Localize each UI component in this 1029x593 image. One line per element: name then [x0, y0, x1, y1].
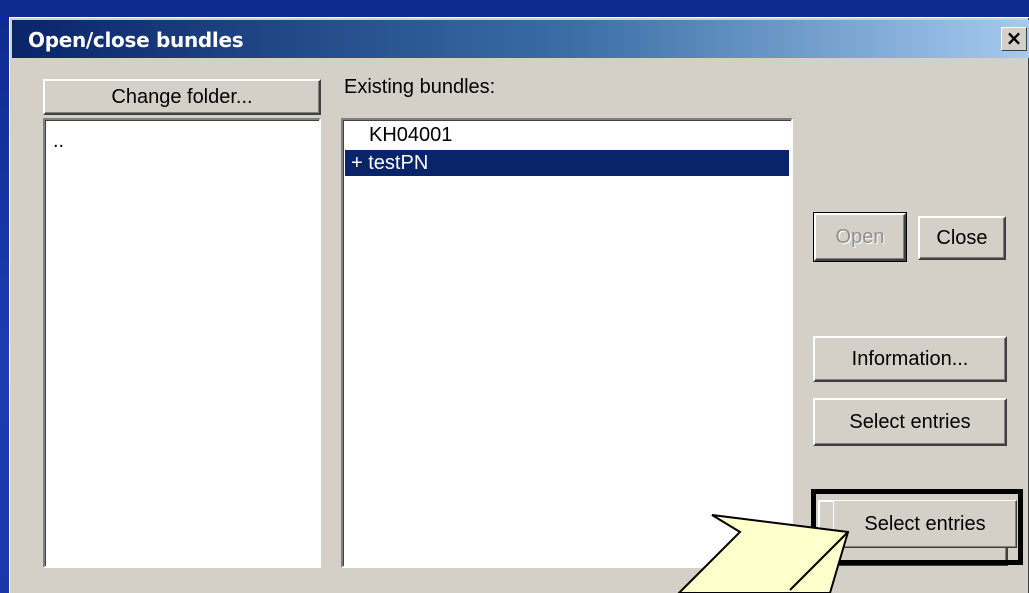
callout-arrow-icon: [677, 514, 850, 593]
